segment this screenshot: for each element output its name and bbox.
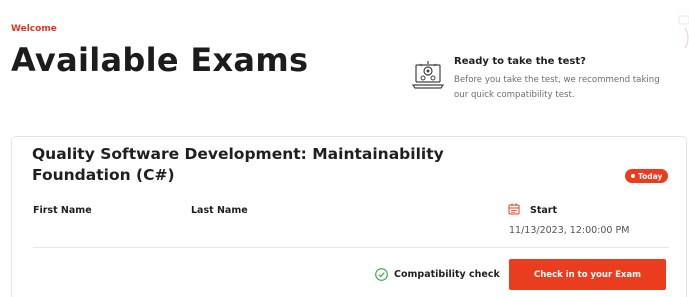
first-name-label: First Name <box>33 205 92 216</box>
ready-description: Before you take the test, we recommend t… <box>454 75 660 100</box>
badge-dot-icon <box>631 174 635 178</box>
check-circle-icon <box>375 268 388 281</box>
laptop-gear-icon <box>411 61 445 89</box>
today-badge: Today <box>625 169 669 183</box>
page: Welcome Available Exams Ready to take th… <box>0 0 689 297</box>
compatibility-check-label: Compatibility check <box>394 269 500 280</box>
start-label: Start <box>530 205 558 216</box>
ready-title: Ready to take the test? <box>454 56 586 67</box>
calendar-icon <box>508 203 520 215</box>
check-in-button[interactable]: Check in to your Exam <box>509 259 666 290</box>
compatibility-check-link[interactable]: Compatibility check <box>375 268 500 281</box>
welcome-label: Welcome <box>11 24 57 34</box>
badge-label: Today <box>638 171 663 181</box>
exam-name: Quality Software Development: Maintainab… <box>32 145 444 184</box>
start-value: 11/13/2023, 12:00:00 PM <box>509 225 630 236</box>
last-name-label: Last Name <box>191 205 248 216</box>
corner-logo-icon <box>678 15 689 49</box>
divider <box>33 247 669 248</box>
page-title: Available Exams <box>11 41 309 79</box>
